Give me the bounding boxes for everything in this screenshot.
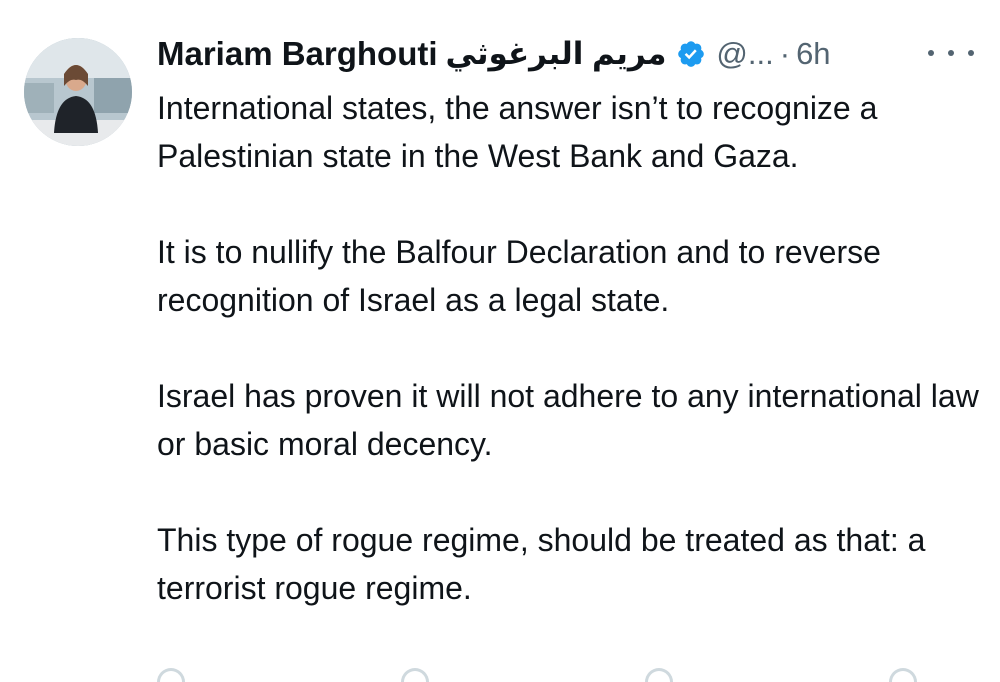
author-handle[interactable]: @... (716, 36, 773, 72)
tweet-header: Mariam Barghouti مريم البرغوثي @... · 6h (157, 30, 831, 78)
tweet-text: International states, the answer isn’t t… (157, 84, 987, 612)
tweet-paragraph-1: International states, the answer isn’t t… (157, 90, 878, 174)
tweet-paragraph-2: It is to nullify the Balfour Declaration… (157, 234, 881, 318)
author-name[interactable]: Mariam Barghouti (157, 35, 438, 73)
avatar[interactable] (24, 38, 132, 146)
more-dot (968, 50, 974, 56)
timestamp[interactable]: 6h (796, 36, 830, 72)
more-horizontal-icon[interactable] (928, 38, 974, 68)
tweet-paragraph-3: Israel has proven it will not adhere to … (157, 378, 979, 462)
more-dot (928, 50, 934, 56)
action-bar (157, 668, 917, 682)
tweet-paragraph-4: This type of rogue regime, should be tre… (157, 522, 926, 606)
more-dot (948, 50, 954, 56)
separator-dot: · (779, 36, 791, 71)
author-name-arabic[interactable]: مريم البرغوثي (446, 36, 667, 72)
tweet-card: Mariam Barghouti مريم البرغوثي @... · 6h… (0, 0, 1000, 682)
verified-badge-icon (676, 39, 706, 69)
